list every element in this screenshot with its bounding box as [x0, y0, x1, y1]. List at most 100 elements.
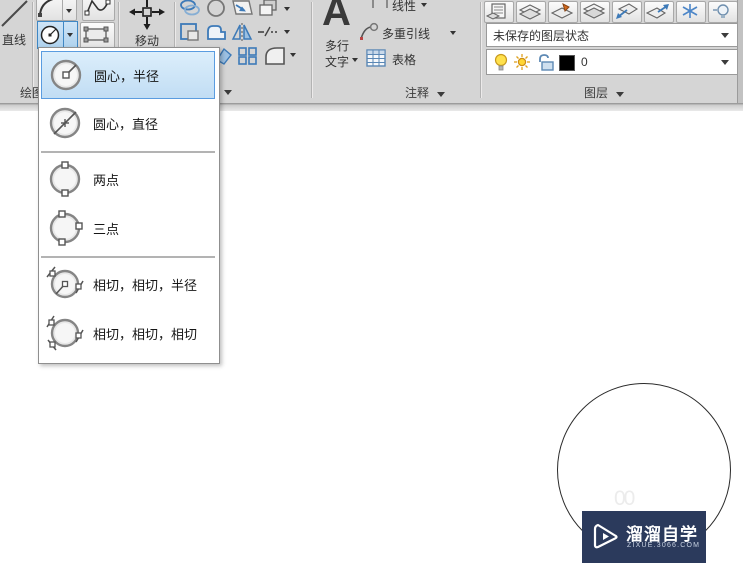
layer-manager-button[interactable]: [580, 1, 610, 23]
previous-layer-icon: [645, 4, 669, 19]
multileader-button[interactable]: 多重引线: [358, 22, 468, 42]
layer-match-icon: [550, 3, 574, 19]
autocad-window: 直线 绘图 移动 A 多行 文字 线性 多重引线 表格 注释 未保存的图层状态 …: [0, 0, 743, 580]
line-tool-button[interactable]: 直线: [0, 0, 30, 50]
multileader-icon: [360, 22, 379, 40]
fillet-tool-button[interactable]: [263, 45, 287, 67]
current-layer-combo[interactable]: 0: [486, 49, 738, 75]
circle-tan-tan-radius-icon: [46, 266, 84, 299]
layer-state-combo[interactable]: 未保存的图层状态: [486, 23, 738, 47]
array-icon: [238, 47, 257, 65]
polyline-icon: [84, 0, 111, 16]
move-icon: [129, 0, 165, 30]
dropdown-item-center-radius[interactable]: 圆心，半径: [41, 51, 215, 99]
layer-state-edit-icon: [518, 4, 542, 20]
dropdown-item-label: 相切，相切，相切: [93, 326, 198, 342]
watermark-url: zixue.3066.com: [627, 542, 701, 549]
scale-icon: [180, 23, 199, 41]
break-icon: [258, 26, 277, 37]
chevron-down-icon: [450, 31, 456, 35]
layers-panel-label[interactable]: 图层: [584, 84, 625, 100]
annotation-panel-label[interactable]: 注释: [405, 84, 446, 100]
copy-tool-button[interactable]: [257, 0, 279, 18]
circle-tool-dropdown: 圆心，半径 圆心，直径 两点 三点 相切，相切，半径 相切，相切，相切: [38, 47, 220, 364]
arc-tool-button[interactable]: [36, 0, 64, 21]
line-tool-label: 直线: [2, 33, 27, 47]
dropdown-item-three-point[interactable]: 三点: [41, 205, 215, 251]
mirror-icon: [231, 23, 253, 41]
rectangle-tool-button[interactable]: [80, 22, 115, 49]
dropdown-item-tan-tan-radius[interactable]: 相切，相切，半径: [41, 261, 215, 307]
chevron-down-icon[interactable]: [290, 53, 296, 57]
polyline-edit-tool-button[interactable]: [204, 22, 228, 42]
arc-dropdown-button[interactable]: [62, 0, 77, 21]
previous-layer-button[interactable]: [644, 1, 674, 23]
mirror-tool-button[interactable]: [231, 22, 253, 42]
rotate-circle-icon: [207, 0, 225, 17]
circle-dropdown-button[interactable]: [63, 21, 78, 49]
table-button[interactable]: 表格: [364, 48, 444, 70]
layer-on-bulb-icon[interactable]: [493, 53, 509, 71]
offset-tool-button[interactable]: [179, 0, 201, 18]
sun-thaw-icon[interactable]: [513, 53, 531, 71]
faint-watermark-mark: 00: [614, 487, 635, 510]
play-logo-icon: [593, 523, 618, 549]
linear-dimension-button[interactable]: 线性: [368, 0, 430, 16]
linear-dimension-icon: [372, 0, 388, 8]
layer-match-button[interactable]: [548, 1, 578, 23]
panel-expand-icon: [224, 90, 232, 95]
chevron-down-icon[interactable]: [284, 7, 290, 11]
panel-expand-icon: [616, 92, 625, 97]
move-tool-button[interactable]: 移动: [124, 0, 170, 50]
layer-state-edit-button[interactable]: [516, 1, 546, 23]
rotate-tool-button[interactable]: [205, 0, 227, 18]
table-label: 表格: [392, 53, 417, 67]
layer-properties-button[interactable]: [484, 1, 514, 23]
layer-freeze-button[interactable]: [676, 1, 706, 23]
mtext-label-line2: 文字: [325, 55, 350, 69]
layer-off-icon: [713, 4, 729, 18]
dropdown-item-label: 圆心，直径: [93, 116, 159, 132]
rectangle-icon: [83, 26, 109, 43]
circle-tan-tan-tan-icon: [46, 315, 84, 351]
circle-two-point-icon: [49, 161, 81, 197]
break-tool-button[interactable]: [256, 22, 280, 42]
layer-color-swatch[interactable]: [559, 55, 575, 71]
chevron-down-icon: [721, 60, 729, 65]
dropdown-item-label: 三点: [93, 221, 120, 237]
dropdown-item-tan-tan-tan[interactable]: 相切，相切，相切: [41, 310, 215, 356]
mtext-letter-icon: A: [322, 0, 351, 34]
chevron-down-icon[interactable]: [284, 30, 290, 34]
circle-center-radius-icon: [50, 59, 82, 91]
circle-center-diameter-icon: [49, 107, 81, 139]
trim-icon: [232, 0, 253, 15]
dropdown-separator: [41, 256, 215, 258]
dropdown-item-center-diameter[interactable]: 圆心，直径: [41, 100, 215, 146]
copy-icon: [259, 0, 277, 16]
mtext-tool-button[interactable]: A 多行 文字: [318, 0, 362, 72]
current-layer-name: 0: [581, 55, 588, 69]
watermark-badge: 溜溜自学 zixue.3066.com: [582, 511, 706, 563]
arc-icon: [38, 0, 54, 17]
divider: [311, 2, 313, 98]
set-current-layer-button[interactable]: [612, 1, 642, 23]
mtext-label-line1: 多行: [325, 39, 350, 53]
divider: [480, 2, 482, 98]
fillet-icon: [265, 47, 285, 65]
dropdown-item-two-point[interactable]: 两点: [41, 156, 215, 202]
offset-icon: [180, 0, 200, 16]
scale-tool-button[interactable]: [179, 22, 201, 42]
layer-off-button[interactable]: [708, 1, 738, 23]
ribbon-edge-strip: [737, 0, 743, 103]
table-icon: [366, 49, 386, 67]
unlock-icon[interactable]: [535, 53, 555, 71]
layer-manager-icon: [582, 3, 606, 19]
array-tool-button[interactable]: [237, 46, 259, 66]
circle-tool-button[interactable]: [37, 21, 64, 49]
polyline-tool-button[interactable]: [82, 0, 115, 21]
layer-freeze-icon: [682, 4, 698, 18]
modify-panel-label[interactable]: [224, 84, 232, 100]
dropdown-item-label: 相切，相切，半径: [93, 277, 198, 293]
set-current-layer-icon: [616, 3, 639, 19]
trim-tool-button[interactable]: [230, 0, 254, 18]
